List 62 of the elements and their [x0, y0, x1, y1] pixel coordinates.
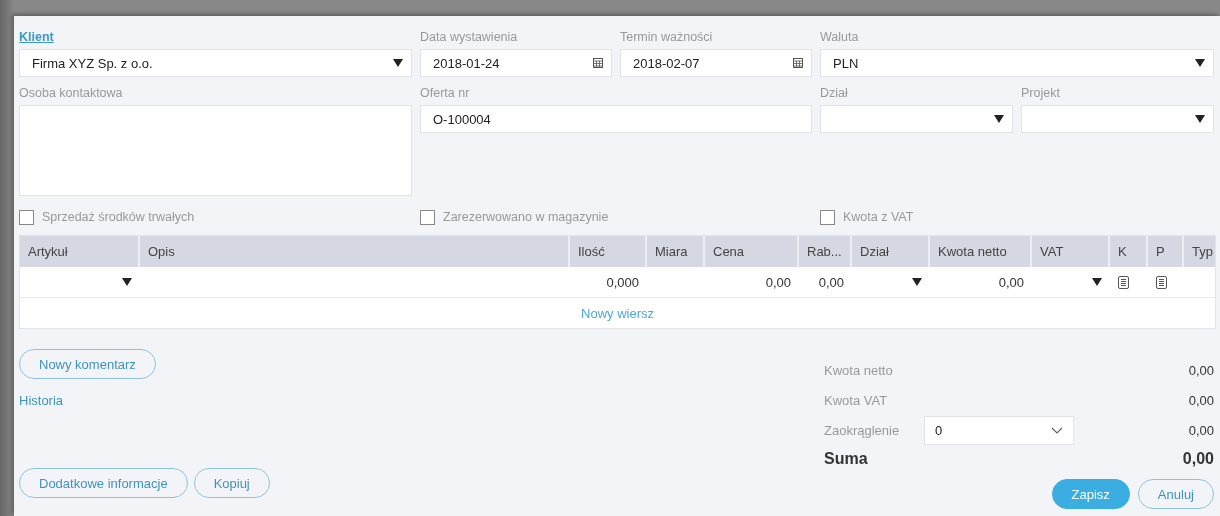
column-header: Dział	[852, 236, 930, 267]
dropdown-caret-icon	[994, 115, 1004, 123]
summary-value: 0,00	[1182, 450, 1214, 468]
summary-label: Zaokrąglenie	[824, 422, 901, 438]
dropdown-caret-icon	[122, 278, 132, 286]
summary-label: Kwota VAT	[824, 392, 889, 408]
dropdown-caret-icon	[1092, 278, 1102, 286]
checkbox[interactable]	[19, 209, 34, 225]
table-cell-text: 0,000	[605, 273, 640, 292]
summary-label: Kwota netto	[824, 362, 894, 378]
contact-person-field[interactable]	[19, 105, 412, 196]
field-label: Projekt	[1021, 86, 1061, 101]
calendar-icon	[593, 58, 603, 68]
rounding-select[interactable]: 0	[924, 415, 1074, 445]
field-label: Oferta nr	[420, 86, 471, 101]
issue-date-field[interactable]: 2018-01-24	[420, 49, 612, 77]
dropdown-caret-icon	[912, 278, 922, 286]
checkbox-label: Sprzedaż środków trwałych	[42, 210, 195, 224]
table-cell-text: 0,00	[764, 273, 792, 292]
department-select[interactable]	[820, 105, 1013, 133]
field-label: Osoba kontaktowa	[19, 86, 124, 101]
new-row-link[interactable]: Nowy wiersz	[581, 305, 654, 321]
client-link[interactable]: Klient	[19, 30, 412, 45]
column-header: Artykuł	[20, 236, 140, 267]
summary-label: Suma	[824, 450, 869, 468]
dropdown-caret-icon	[1195, 115, 1205, 123]
column-header: P	[1148, 236, 1184, 267]
project-select[interactable]	[1021, 105, 1214, 133]
column-header: Kwota netto	[930, 236, 1032, 267]
summary-value: 0,00	[1188, 362, 1214, 378]
chevron-down-icon	[1051, 426, 1063, 434]
checkbox-label: Zarezerwowano w magazynie	[443, 210, 609, 224]
table-cell-text: 0,00	[997, 273, 1025, 292]
column-header: Rab...	[799, 236, 852, 267]
column-header: VAT	[1032, 236, 1110, 267]
offer-number-field[interactable]: O-100004	[420, 105, 812, 133]
dropdown-caret-icon	[393, 59, 403, 67]
column-header: K	[1110, 236, 1148, 267]
field-label: Dział	[820, 86, 849, 101]
document-icon[interactable]	[1156, 275, 1167, 289]
column-header: Cena	[705, 236, 799, 267]
summary-value: 0,00	[1188, 392, 1214, 408]
column-header: Miara	[647, 236, 705, 267]
column-header: Ilość	[570, 236, 647, 267]
summary-value: 0,00	[1188, 422, 1214, 438]
column-header: Opis	[140, 236, 570, 267]
save-button[interactable]: Zapisz	[1051, 479, 1130, 509]
history-link[interactable]: Historia	[19, 393, 64, 408]
client-select[interactable]: Firma XYZ Sp. z o.o.	[19, 49, 412, 77]
table-cell-text: 0,00	[817, 273, 845, 292]
document-icon[interactable]	[1118, 275, 1129, 289]
currency-select[interactable]: PLN	[820, 49, 1214, 77]
expiry-date-field[interactable]: 2018-02-07	[620, 49, 812, 77]
field-label: Data wystawienia	[420, 30, 519, 45]
checkbox[interactable]	[820, 209, 835, 225]
field-label: Termin ważności	[620, 30, 714, 45]
field-label: Waluta	[820, 30, 860, 45]
column-header: Typ	[1191, 243, 1214, 261]
checkbox-label: Kwota z VAT	[843, 210, 914, 224]
calendar-icon	[793, 58, 803, 68]
checkbox[interactable]	[420, 209, 435, 225]
dropdown-caret-icon	[1195, 59, 1205, 67]
